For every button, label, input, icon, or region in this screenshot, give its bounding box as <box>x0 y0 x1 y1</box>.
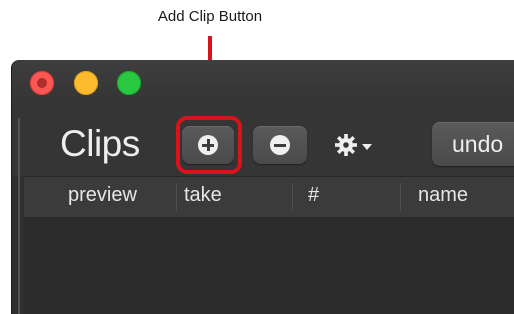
column-divider[interactable] <box>400 183 401 211</box>
column-divider[interactable] <box>176 183 177 211</box>
clips-table-header: preview take # name <box>24 176 514 218</box>
close-window-button[interactable] <box>30 71 54 95</box>
minus-circle-icon <box>270 135 290 155</box>
column-header-number[interactable]: # <box>308 177 319 217</box>
annotation-label: Add Clip Button <box>157 8 263 25</box>
clips-window: Clips undo preview take # name <box>12 60 514 314</box>
gear-dropdown-icon <box>335 134 372 156</box>
panel-divider <box>18 118 20 314</box>
clips-table-body[interactable] <box>24 217 514 314</box>
action-menu-button[interactable] <box>334 132 378 160</box>
zoom-window-button[interactable] <box>117 71 141 95</box>
column-divider[interactable] <box>292 183 293 211</box>
panel-title: Clips <box>60 123 140 164</box>
column-header-preview[interactable]: preview <box>68 177 137 217</box>
remove-clip-button[interactable] <box>253 126 307 164</box>
add-clip-highlight <box>176 116 242 174</box>
minimize-window-button[interactable] <box>74 71 98 95</box>
column-header-name[interactable]: name <box>418 177 468 217</box>
title-bar <box>12 60 514 104</box>
undo-button[interactable]: undo <box>432 122 514 166</box>
column-header-take[interactable]: take <box>184 177 222 217</box>
